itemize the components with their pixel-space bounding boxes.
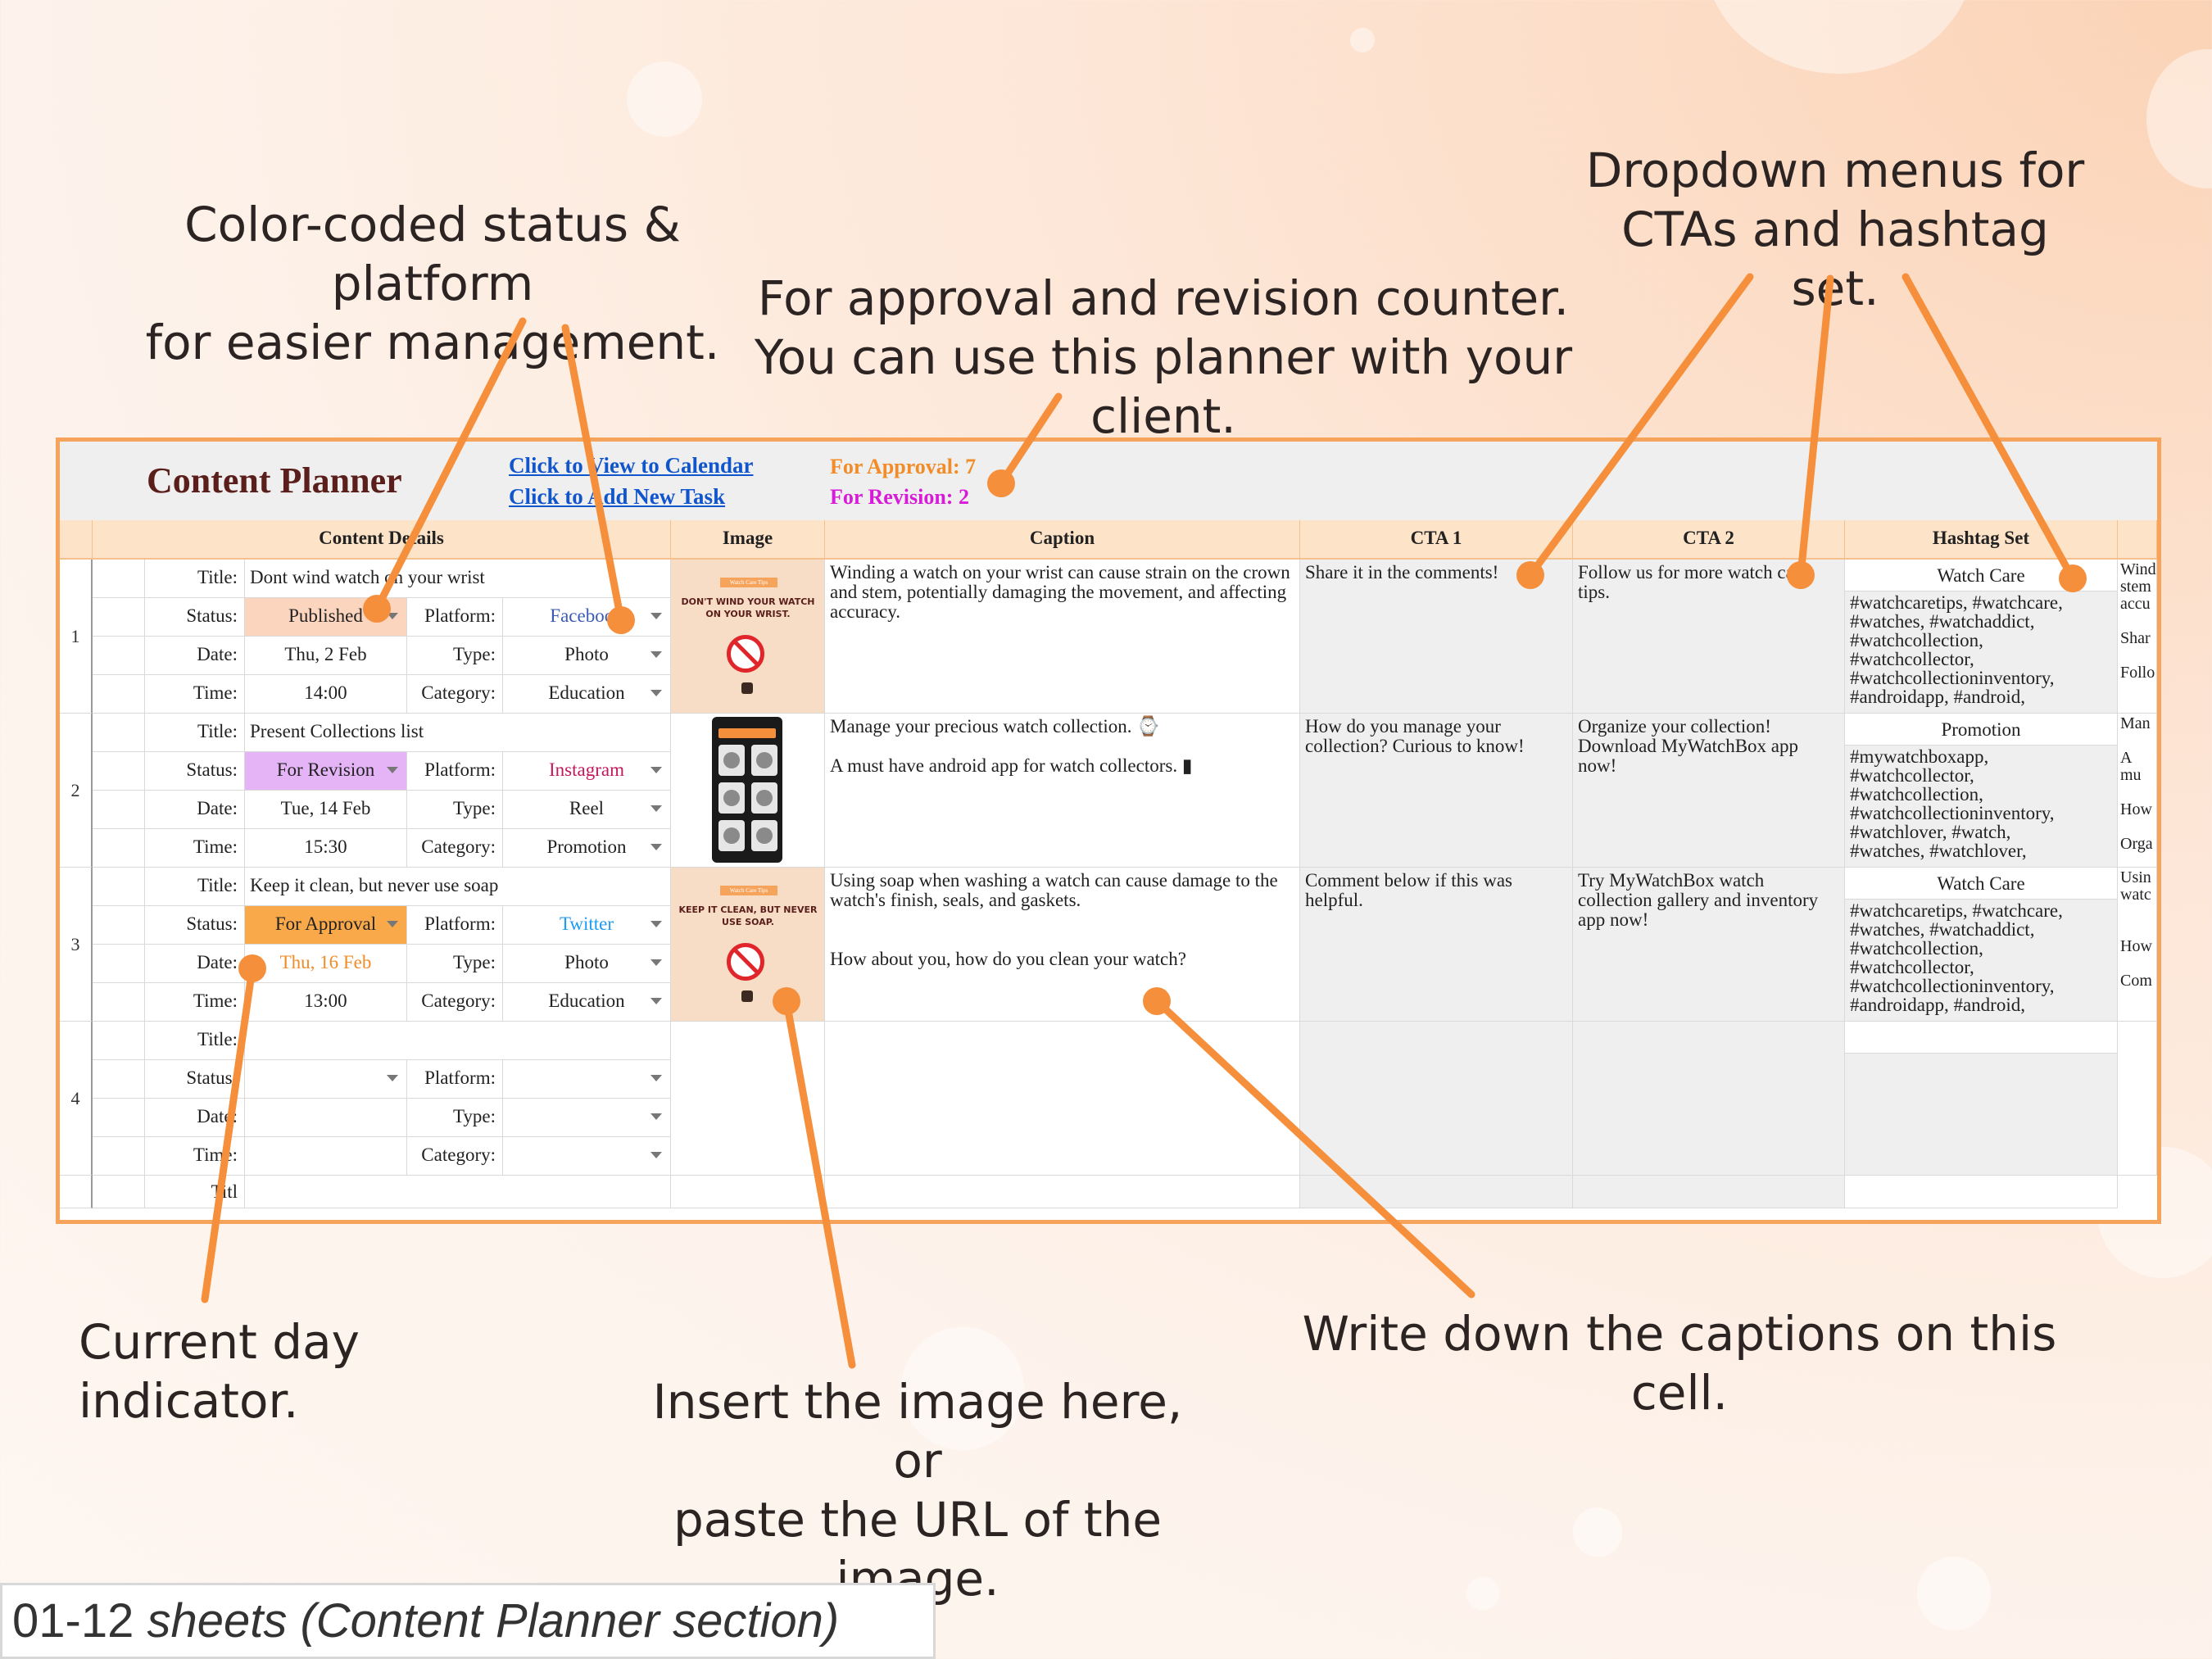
pointer-line — [373, 317, 527, 613]
badge-prefix: 01-12 — [12, 1594, 134, 1648]
pointer-line — [1797, 274, 1834, 579]
pointer-dot — [987, 469, 1015, 497]
badge-description: sheets (Content Planner section) — [147, 1594, 840, 1648]
pointer-dot — [238, 954, 266, 982]
pointer-dot — [607, 606, 635, 634]
pointer-dot — [773, 987, 800, 1015]
pointer-dot — [363, 595, 391, 623]
pointer-line — [782, 997, 856, 1369]
pointer-line — [1153, 997, 1475, 1299]
pointer-line — [1526, 273, 1754, 579]
annotation-lines — [201, 273, 2087, 1369]
pointer-line — [201, 964, 256, 1303]
pointer-line — [997, 392, 1063, 487]
sheets-range-badge: 01-12 sheets (Content Planner section) — [0, 1583, 936, 1659]
pointer-dot — [1516, 561, 1544, 589]
pointer-dot — [1787, 561, 1815, 589]
pointer-line — [1902, 273, 2077, 582]
pointer-dot — [2059, 564, 2087, 592]
pointer-dot — [1143, 987, 1171, 1015]
pointer-line — [561, 324, 625, 624]
